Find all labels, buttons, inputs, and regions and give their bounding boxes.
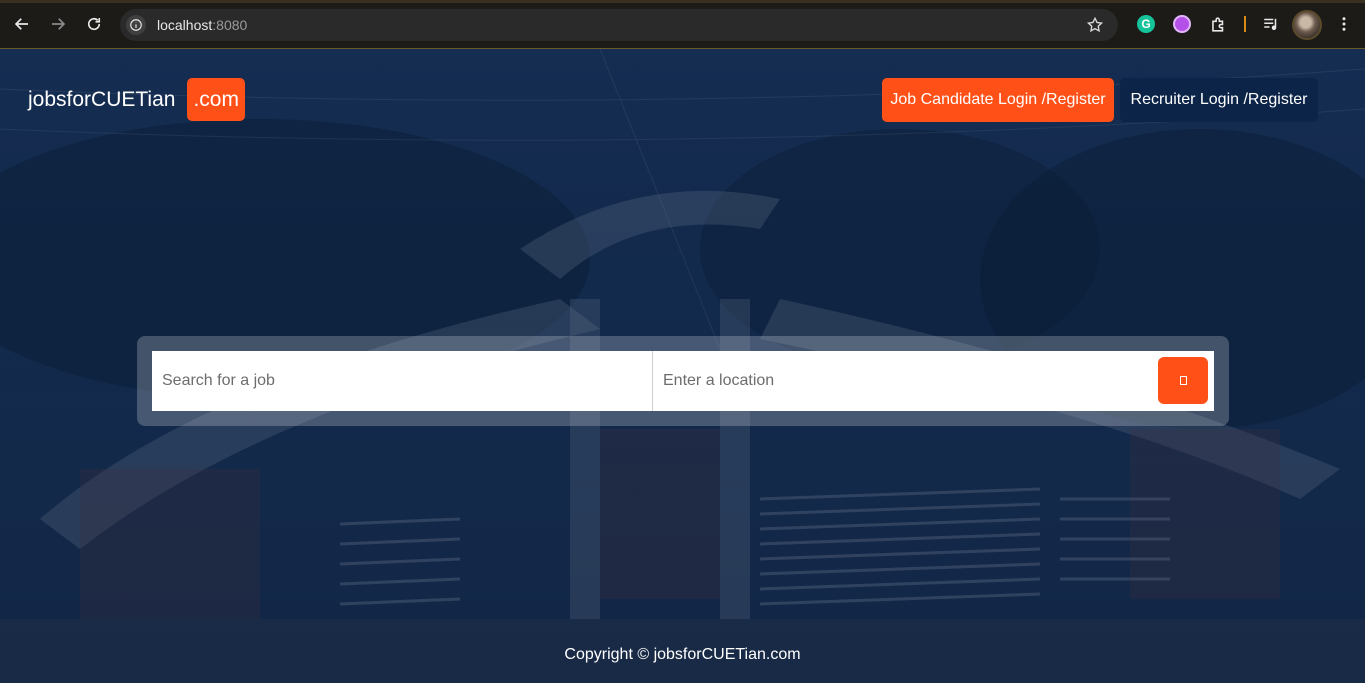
footer-copyright: Copyright © jobsforCUETian.com — [564, 646, 801, 663]
info-icon — [130, 19, 142, 31]
missing-glyph-icon — [1179, 376, 1187, 385]
address-bar[interactable]: localhost:8080 — [120, 9, 1118, 41]
brand-name: jobsforCUETian — [28, 87, 176, 111]
arrow-left-icon — [14, 18, 28, 30]
reload-button[interactable] — [76, 6, 112, 42]
profile-avatar[interactable] — [1292, 10, 1322, 40]
toolbar-separator — [1244, 16, 1246, 32]
url-host: localhost — [157, 17, 213, 33]
job-search-input[interactable] — [152, 351, 653, 411]
browser-toolbar: localhost:8080 G — [0, 0, 1365, 49]
media-controls-icon[interactable] — [1261, 14, 1281, 34]
purple-extension-icon[interactable] — [1172, 14, 1192, 34]
grammarly-extension-icon[interactable]: G — [1136, 14, 1156, 34]
landing-page: jobsforCUETian .com Job Candidate Login … — [0, 49, 1365, 683]
recruiter-login-button[interactable]: Recruiter Login /Register — [1120, 78, 1318, 122]
browser-menu-icon[interactable] — [1334, 14, 1354, 34]
url-port: :8080 — [212, 17, 248, 33]
site-info-button[interactable] — [126, 15, 146, 35]
search-bar — [152, 351, 1214, 411]
bookmark-star-icon[interactable] — [1086, 16, 1104, 34]
tab-strip — [0, 0, 1365, 3]
forward-button[interactable] — [40, 6, 76, 42]
search-button[interactable] — [1158, 357, 1208, 404]
back-button[interactable] — [4, 6, 40, 42]
job-candidate-login-button[interactable]: Job Candidate Login /Register — [882, 78, 1114, 122]
location-input[interactable] — [653, 351, 1153, 411]
arrow-right-icon — [52, 18, 66, 30]
brand-suffix-badge: .com — [187, 78, 245, 121]
brand-logo[interactable]: jobsforCUETian .com — [28, 78, 245, 121]
reload-icon — [87, 17, 101, 31]
extensions-puzzle-icon[interactable] — [1208, 14, 1228, 34]
search-panel — [137, 336, 1229, 426]
